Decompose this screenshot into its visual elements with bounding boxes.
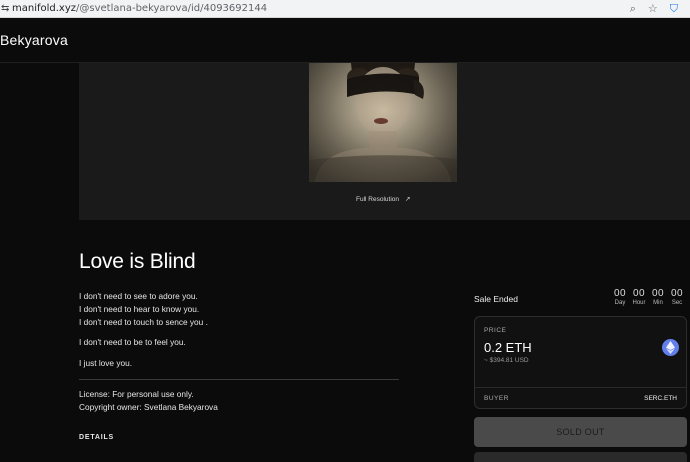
url-path: /@svetlana-bekyarova/id/4093692144 — [76, 3, 268, 14]
countdown-unit: Hour — [632, 300, 646, 306]
countdown-value: 00 — [651, 288, 665, 299]
external-arrow-icon: ↗ — [405, 196, 411, 203]
price-card: PRICE 0.2 ETH ~ $394.81 USD BUYER SERC.E… — [474, 316, 687, 409]
price-label: PRICE — [484, 327, 507, 334]
artwork-title: Love is Blind — [79, 250, 196, 273]
description-line: I just love you. — [79, 358, 133, 368]
countdown-hour: 00 Hour — [630, 289, 648, 308]
full-resolution-label: Full Resolution — [356, 195, 399, 203]
sold-out-button[interactable]: SOLD OUT — [474, 417, 687, 447]
countdown-unit: Day — [614, 300, 626, 306]
countdown-unit: Min — [653, 300, 663, 306]
countdown-unit: Sec — [671, 300, 683, 306]
countdown-value: 00 — [613, 288, 627, 299]
card-divider — [475, 387, 686, 388]
extension-shield-icon[interactable]: ⛉ — [670, 0, 678, 18]
buyer-value[interactable]: SERC.ETH — [644, 395, 677, 402]
description-line: I don't need to see to adore you. — [79, 291, 198, 301]
countdown-value: 00 — [670, 288, 684, 299]
price-eth: 0.2 ETH — [484, 340, 532, 355]
sale-status: Sale Ended — [474, 294, 518, 304]
description-line: I don't need to touch to sence you . — [79, 317, 208, 327]
countdown-sec: 00 Sec — [668, 289, 686, 308]
countdown-value: 00 — [632, 288, 646, 299]
countdown-min: 00 Min — [649, 289, 667, 308]
url-host: manifold.xyz — [12, 3, 77, 14]
full-resolution-link[interactable]: Full Resolution ↗ — [356, 195, 411, 204]
license-text: License: For personal use only. — [79, 389, 194, 399]
price-usd: ~ $394.81 USD — [484, 357, 529, 364]
browser-address-bar[interactable]: ⇆ manifold.xyz/@svetlana-bekyarova/id/40… — [0, 0, 690, 18]
artwork-portrait — [309, 63, 457, 182]
bookmark-star-icon[interactable]: ☆ — [648, 0, 658, 18]
zoom-search-icon[interactable]: ⌕ — [630, 0, 636, 18]
site-header: Bekyarova — [0, 18, 690, 63]
media-panel: Full Resolution ↗ — [79, 63, 690, 220]
countdown-day: 00 Day — [611, 289, 629, 308]
artwork-image[interactable] — [309, 63, 457, 182]
license-block: License: For personal use only. Copyrigh… — [79, 388, 218, 414]
copyright-text: Copyright owner: Svetlana Bekyarova — [79, 402, 218, 412]
description-line: I don't need to hear to know you. — [79, 304, 200, 314]
section-divider — [79, 379, 399, 380]
secondary-button[interactable] — [474, 452, 687, 462]
description-line: I don't need to be to feel you. — [79, 337, 186, 347]
address-bar-actions: ⌕ ☆ ⛉ — [630, 0, 678, 18]
url-text[interactable]: manifold.xyz/@svetlana-bekyarova/id/4093… — [12, 3, 267, 14]
details-heading[interactable]: DETAILS — [79, 434, 114, 441]
description-stanza-1: I don't need to see to adore you. I don'… — [79, 290, 208, 329]
site-info-icon[interactable]: ⇆ — [0, 0, 12, 18]
buyer-label: BUYER — [484, 395, 509, 402]
brand-name[interactable]: Bekyarova — [0, 32, 68, 48]
ethereum-icon — [662, 339, 679, 356]
